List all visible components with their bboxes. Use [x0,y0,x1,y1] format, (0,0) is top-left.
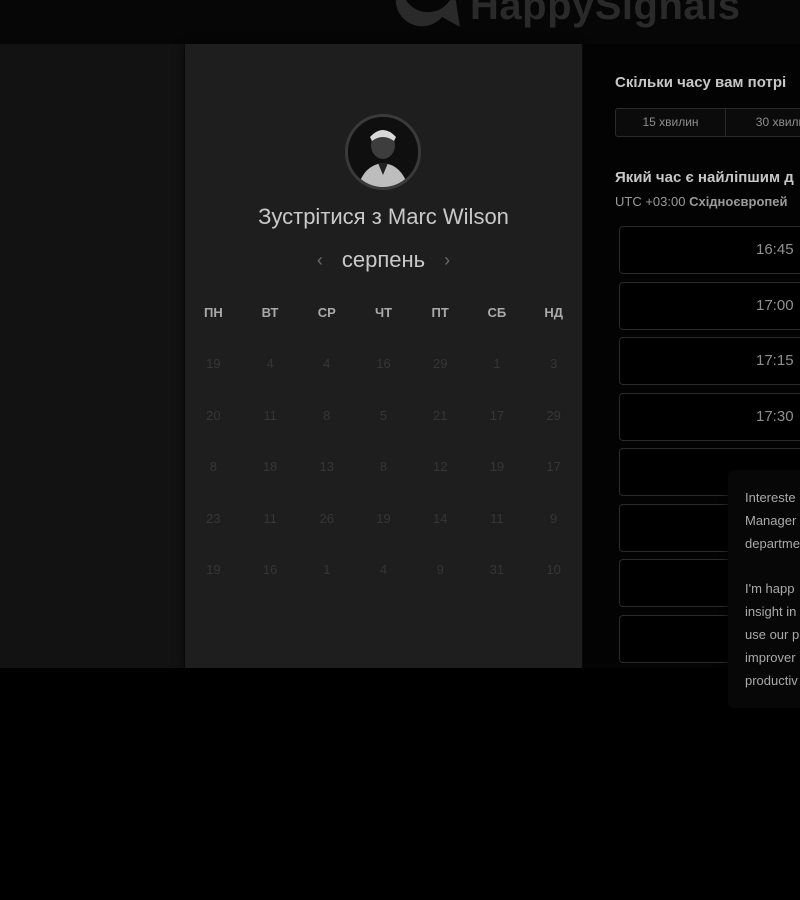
duration-option-30[interactable]: 30 хвили [726,109,800,136]
time-question: Який час є найліпшим д [615,169,794,186]
calendar-day: 29 [546,407,561,423]
timezone-offset: UTC +03:00 [615,194,686,209]
calendar-day: 19 [376,510,391,526]
calendar-day: 10 [546,562,561,577]
calendar-day: 23 [206,510,221,526]
calendar-day: 17 [489,407,505,423]
brand-name: HappySignals [470,0,741,28]
calendar-day: 19 [206,356,221,371]
calendar-day: 1 [493,356,501,371]
calendar-day: 16 [376,356,391,371]
chat-text: Manager [745,513,797,528]
weekday-header: СР [317,305,336,320]
calendar-day: 11 [263,407,277,423]
timezone-label: UTC +03:00 Східноєвропей [615,194,787,209]
weekday-header: ЧТ [374,305,393,320]
calendar-day: 19 [206,562,221,577]
chat-text: I'm happ [745,581,795,596]
speech-bubble-logo-icon [394,0,460,29]
calendar-day: 18 [262,459,278,474]
time-slot[interactable]: 17:30 [619,392,800,441]
duration-option-15[interactable]: 15 хвилин [616,109,726,136]
calendar-day: 9 [550,510,558,526]
calendar-day: 3 [550,356,558,371]
calendar-day: 19 [489,459,505,474]
duration-question: Скільки часу вам потрі [615,74,787,91]
meeting-title: Зустрітися з Marc Wilson [258,204,509,229]
page: HappySignals Зустрітися з Marc Wilson ‹ … [0,0,800,900]
calendar-day: 4 [266,356,274,371]
timezone-name: Східноєвропей [689,194,788,209]
chat-text: insight in [745,604,797,619]
avatar [345,114,421,190]
calendar-day: 16 [262,562,278,577]
calendar-day: 21 [432,407,448,423]
weekday-header: НД [544,305,563,320]
time-slot[interactable]: 16:45 [619,226,800,274]
calendar-day: 14 [432,510,448,526]
calendar-day: 4 [323,356,331,371]
calendar-day: 5 [379,407,388,423]
chat-text: productiv [745,673,798,688]
chevron-right-icon[interactable]: › [439,250,455,271]
weekday-header: ПТ [431,305,449,320]
calendar-day: 8 [379,459,388,474]
top-header: HappySignals [0,0,800,44]
chat-text: improver [745,650,796,665]
chat-text: Intereste [745,490,796,505]
calendar-day: 12 [432,459,448,474]
calendar-day: 11 [490,510,504,526]
month-label: серпень [341,247,426,272]
chat-spacer [745,555,800,577]
calendar-card: Зустрітися з Marc Wilson ‹ серпень › ПН … [185,44,582,668]
page-bottom [0,668,800,900]
calendar-day: 1 [323,562,331,577]
calendar-day: 8 [209,459,217,474]
chat-text: use our p [745,627,800,642]
chat-text: departme [745,536,800,551]
weekday-header: ВТ [261,305,279,320]
weekday-header: ПН [203,305,223,320]
time-slot[interactable]: 17:00 [619,281,800,330]
chat-popup[interactable]: Intereste Manager departme I'm happ insi… [728,470,800,708]
chevron-left-icon[interactable]: ‹ [312,250,328,271]
calendar-day: 9 [436,562,444,577]
calendar-day: 31 [489,562,505,577]
calendar-day: 29 [432,356,448,371]
calendar-day: 13 [319,459,335,474]
calendar-day: 11 [263,510,277,526]
calendar-day: 8 [323,407,331,423]
time-slot[interactable]: 17:15 [619,337,800,385]
calendar-day: 17 [546,459,561,474]
left-gutter [0,44,184,668]
logo: HappySignals [394,0,741,30]
calendar-day: 26 [319,510,335,526]
calendar-day: 4 [379,562,388,577]
month-navigation: ‹ серпень › [185,247,582,273]
weekday-header: СБ [487,305,507,320]
duration-selector: 15 хвилин 30 хвили [615,108,800,137]
calendar-day: 20 [206,407,221,423]
calendar-grid: ПН ВТ СР ЧТ ПТ СБ НД 19 4 4 16 29 1 3 20… [185,300,582,598]
